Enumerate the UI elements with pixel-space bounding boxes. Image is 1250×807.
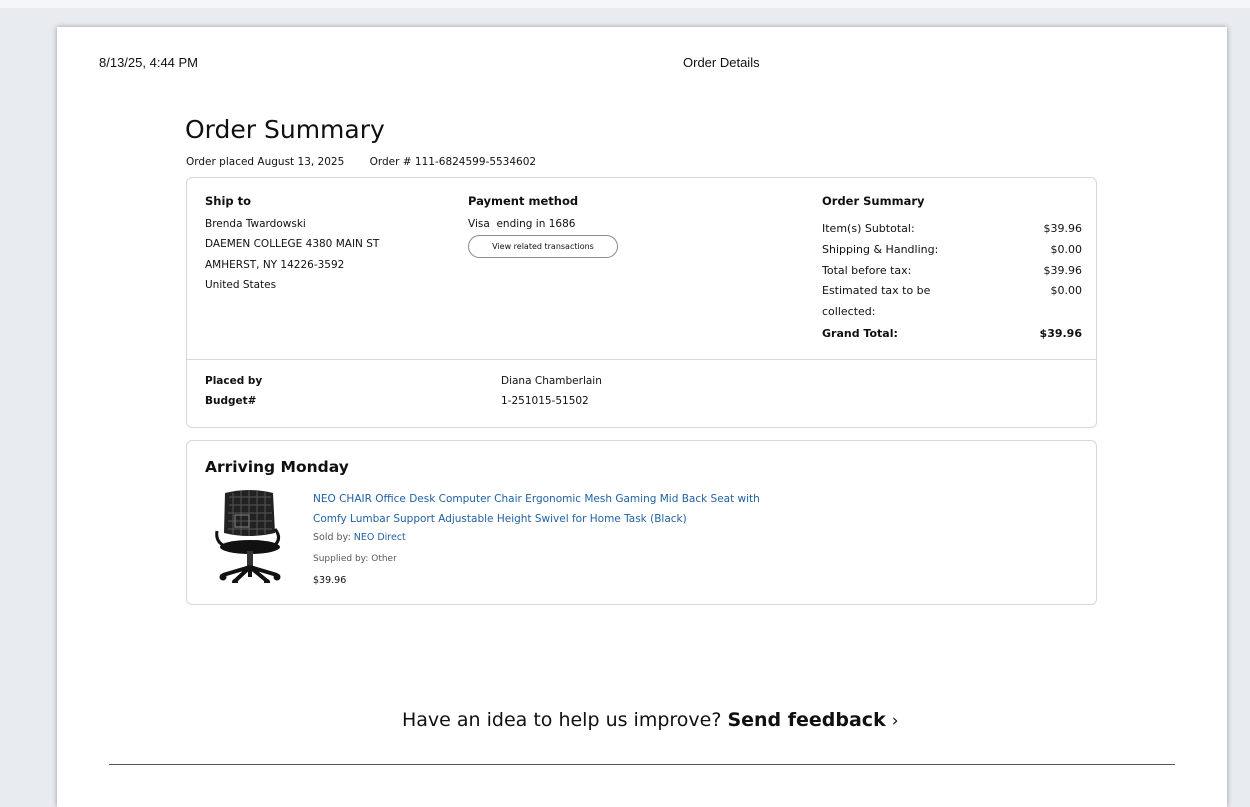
budget-value: 1-251015-51502: [501, 395, 589, 407]
ship-to-country: United States: [205, 279, 277, 291]
seller-link[interactable]: NEO Direct: [354, 532, 406, 543]
shipping-value: $0.00: [1050, 243, 1083, 256]
shipping-label: Shipping & Handling:: [822, 243, 939, 256]
item-price: $39.96: [313, 575, 347, 586]
order-info-card: Ship to Brenda Twardowski DAEMEN COLLEGE…: [186, 177, 1097, 428]
ship-to-street: DAEMEN COLLEGE 4380 MAIN ST: [205, 238, 380, 250]
sold-by: Sold by: NEO Direct: [313, 532, 406, 543]
grand-total-row: Grand Total: $39.96: [822, 327, 1082, 340]
order-number: Order # 111-6824599-5534602: [369, 156, 537, 168]
order-summary-label: Order Summary: [822, 194, 925, 208]
sold-by-label: Sold by:: [313, 532, 354, 543]
feedback-text: Have an idea to help us improve?: [402, 709, 722, 731]
send-feedback-link[interactable]: Send feedback: [727, 709, 885, 731]
viewer-top-strip: [0, 0, 1250, 8]
estimated-tax-value: $0.00: [1050, 284, 1083, 297]
estimated-tax-row-cont: collected:: [822, 305, 1082, 318]
budget-label: Budget#: [205, 395, 257, 407]
shipping-row: Shipping & Handling: $0.00: [822, 243, 1082, 256]
product-title-link[interactable]: NEO CHAIR Office Desk Computer Chair Erg…: [313, 489, 833, 529]
placed-by-label: Placed by: [205, 375, 263, 387]
product-title-line-2[interactable]: Comfy Lumbar Support Adjustable Height S…: [313, 509, 833, 529]
ship-to-city: AMHERST, NY 14226-3592: [205, 259, 345, 271]
order-meta: Order placed August 13, 2025 Order # 111…: [186, 156, 536, 168]
page-title: Order Summary: [185, 115, 385, 144]
shipment-card: Arriving Monday NEO CHAIR Office Desk Co…: [186, 440, 1097, 605]
office-chair-image[interactable]: [215, 487, 285, 583]
estimated-tax-label-cont: collected:: [822, 305, 876, 318]
placed-by-value: Diana Chamberlain: [501, 375, 602, 387]
subtotal-label: Item(s) Subtotal:: [822, 222, 915, 235]
grand-total-label: Grand Total:: [822, 327, 898, 340]
estimated-tax-row: Estimated tax to be $0.00: [822, 284, 1082, 297]
supplied-by: Supplied by: Other: [313, 554, 397, 564]
total-before-tax-row: Total before tax: $39.96: [822, 264, 1082, 277]
chevron-right-icon: ›: [891, 711, 899, 731]
estimated-tax-label: Estimated tax to be: [822, 284, 931, 297]
print-title: Order Details: [683, 55, 760, 70]
payment-card: Visa ending in 1686: [468, 218, 576, 230]
product-title-line-1[interactable]: NEO CHAIR Office Desk Computer Chair Erg…: [313, 489, 833, 509]
footer-divider: [109, 764, 1175, 765]
payment-method-label: Payment method: [468, 194, 579, 208]
print-date: 8/13/25, 4:44 PM: [99, 55, 199, 70]
subtotal-value: $39.96: [1043, 222, 1083, 235]
feedback-prompt: Have an idea to help us improve? Send fee…: [402, 709, 899, 731]
arrival-heading: Arriving Monday: [205, 458, 349, 476]
view-related-transactions-button[interactable]: View related transactions: [468, 235, 618, 258]
subtotal-row: Item(s) Subtotal: $39.96: [822, 222, 1082, 235]
order-placed-date: Order placed August 13, 2025: [186, 156, 345, 168]
card-divider: [187, 359, 1096, 360]
ship-to-label: Ship to: [205, 194, 252, 208]
grand-total-value: $39.96: [1039, 327, 1082, 340]
total-before-tax-label: Total before tax:: [822, 264, 912, 277]
total-before-tax-value: $39.96: [1043, 264, 1083, 277]
ship-to-name: Brenda Twardowski: [205, 218, 306, 230]
